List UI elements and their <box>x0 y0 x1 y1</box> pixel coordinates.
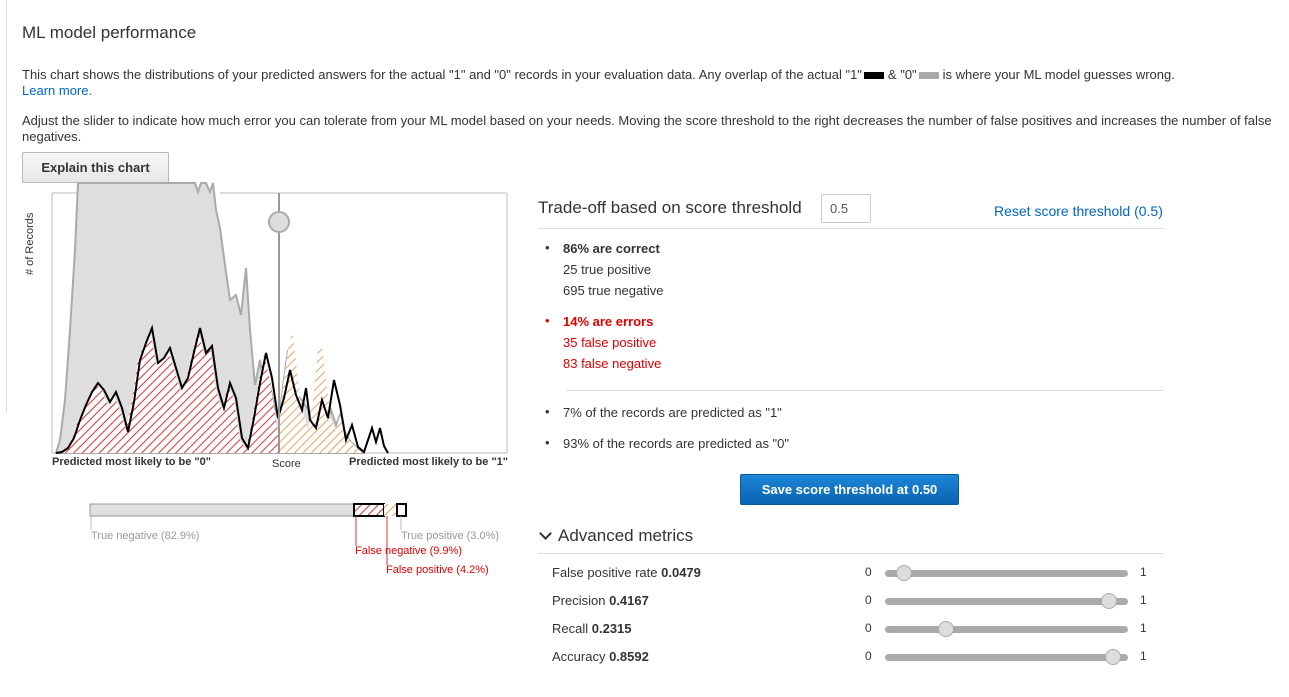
metric-label: Recall 0.2315 <box>552 621 632 636</box>
true-positive-count: 25 true positive <box>563 262 652 277</box>
metric-value: 0.8592 <box>609 649 649 664</box>
advanced-divider <box>538 553 1163 554</box>
advanced-metrics-toggle[interactable]: Advanced metrics <box>538 526 693 546</box>
metric-name: Precision <box>552 593 606 608</box>
metric-name: Recall <box>552 621 589 636</box>
threshold-slider-handle[interactable] <box>268 211 290 233</box>
metric-min: 0 <box>865 649 872 663</box>
tradeoff-stats: 86% are correct 25 true positive 695 tru… <box>545 240 663 376</box>
predicted-0-text: 93% of the records are predicted as "0" <box>563 436 790 451</box>
true-positive-label: True positive (3.0%) <box>401 530 500 542</box>
false-negative-count: 83 false negative <box>563 356 662 371</box>
false-positive-region <box>279 330 362 453</box>
reset-threshold-link[interactable]: Reset score threshold (0.5) <box>994 203 1163 219</box>
metric-slider[interactable] <box>885 593 1128 609</box>
advanced-metrics-title: Advanced metrics <box>558 526 694 545</box>
metric-min: 0 <box>865 593 872 607</box>
metric-value: 0.4167 <box>609 593 649 608</box>
correct-stats: 86% are correct 25 true positive 695 tru… <box>545 240 663 303</box>
metric-label: Precision 0.4167 <box>552 593 649 608</box>
score-threshold-input[interactable] <box>821 194 871 223</box>
false-positive-bar <box>384 504 397 516</box>
true-positive-bar <box>396 503 407 517</box>
metric-name: False positive rate <box>552 565 658 580</box>
actual-1-swatch <box>863 72 884 80</box>
metric-slider[interactable] <box>885 649 1128 665</box>
save-threshold-button[interactable]: Save score threshold at 0.50 <box>740 474 959 505</box>
x-axis-left-label: Predicted most likely to be "0" <box>52 456 211 468</box>
metric-slider-knob[interactable] <box>1100 593 1117 609</box>
correct-title: 86% are correct <box>563 241 660 256</box>
metric-max: 1 <box>1140 621 1147 635</box>
x-axis-center-label: Score <box>272 458 301 470</box>
metric-value: 0.2315 <box>591 621 632 636</box>
chevron-down-icon <box>539 527 552 540</box>
error-stats: 14% are errors 35 false positive 83 fals… <box>545 313 663 376</box>
false-negative-bar <box>353 503 385 517</box>
metric-max: 1 <box>1140 593 1147 607</box>
predicted-1-text: 7% of the records are predicted as "1" <box>563 405 782 420</box>
metric-label: False positive rate 0.0479 <box>552 565 701 580</box>
prediction-stats: 7% of the records are predicted as "1" 9… <box>545 404 789 456</box>
stats-divider <box>566 390 1163 391</box>
false-positive-label: False positive (4.2%) <box>386 564 489 576</box>
tradeoff-title: Trade-off based on score threshold <box>538 198 802 217</box>
metric-value: 0.0479 <box>661 565 701 580</box>
metric-slider-knob[interactable] <box>1105 649 1122 665</box>
errors-title: 14% are errors <box>563 314 654 329</box>
metric-min: 0 <box>865 621 872 635</box>
metric-label: Accuracy 0.8592 <box>552 649 649 664</box>
metric-slider-knob[interactable] <box>937 621 954 637</box>
predicted-1-stat: 7% of the records are predicted as "1" <box>545 404 789 425</box>
true-negative-bar <box>89 503 355 517</box>
true-negative-count: 695 true negative <box>563 283 664 298</box>
predicted-0-stat: 93% of the records are predicted as "0" <box>545 435 789 456</box>
true-negative-label: True negative (82.9%) <box>91 530 200 542</box>
metric-name: Accuracy <box>552 649 606 664</box>
description-tail: is where your ML model guesses wrong. <box>942 67 1175 82</box>
y-axis-label: # of Records <box>24 212 36 275</box>
metric-min: 0 <box>865 565 872 579</box>
metric-max: 1 <box>1140 565 1147 579</box>
metric-slider[interactable] <box>885 565 1128 581</box>
metric-slider[interactable] <box>885 621 1128 637</box>
metric-slider-knob[interactable] <box>895 565 912 581</box>
description-and: & "0" <box>887 67 917 82</box>
metric-max: 1 <box>1140 649 1147 663</box>
false-positive-count: 35 false positive <box>563 335 657 350</box>
actual-0-swatch <box>918 72 939 80</box>
score-distribution-chart <box>51 182 508 565</box>
x-axis-right-label: Predicted most likely to be "1" <box>349 456 508 468</box>
false-negative-label: False negative (9.9%) <box>355 545 462 557</box>
tradeoff-divider <box>538 228 1163 229</box>
